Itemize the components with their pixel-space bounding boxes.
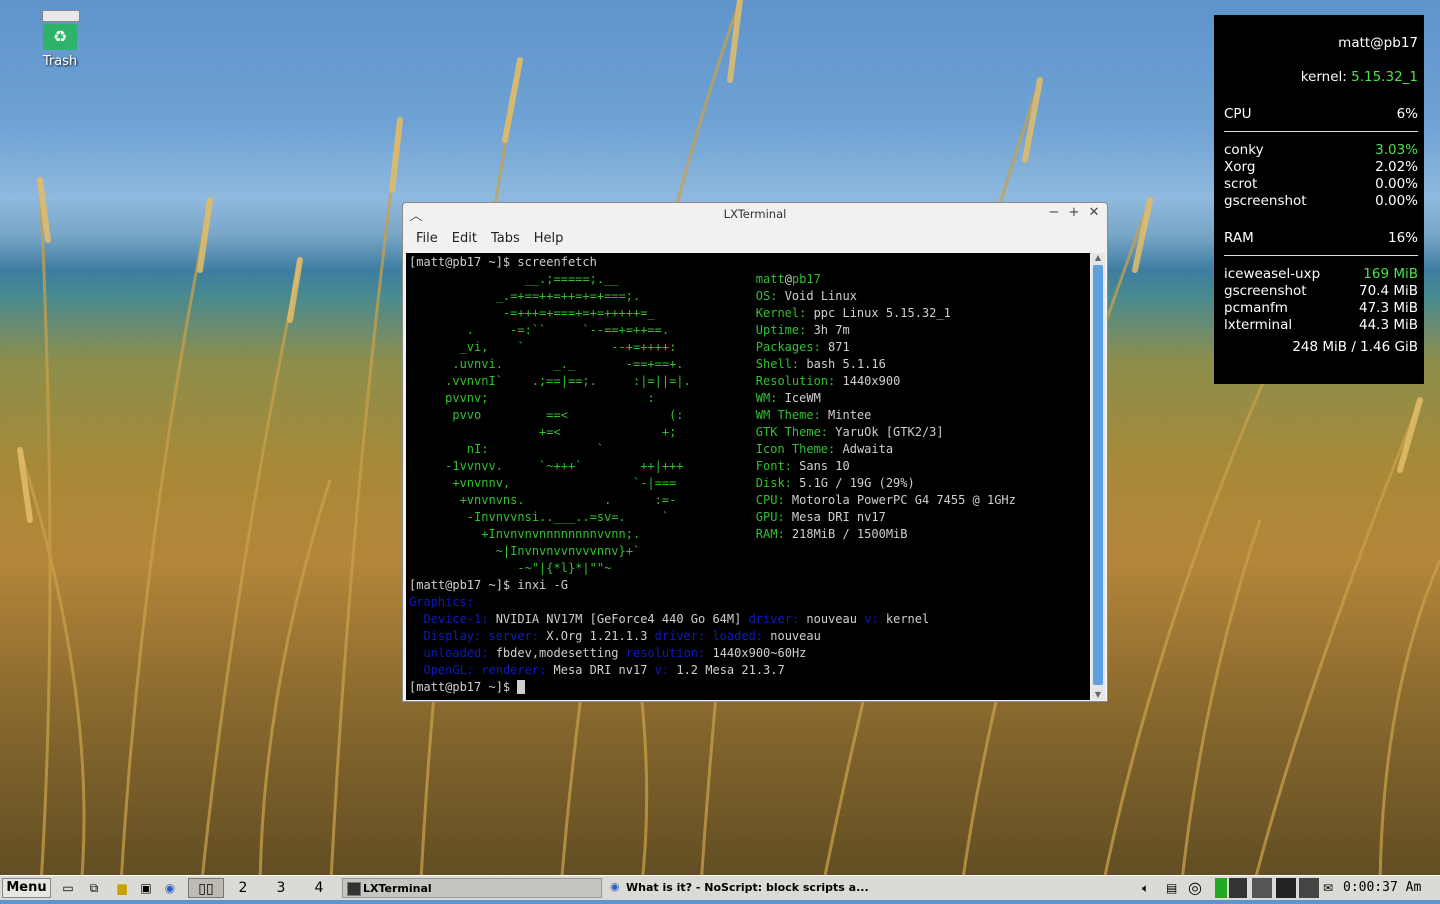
conky-panel: matt@pb17 kernel: 5.15.32_1 CPU 6% conky 3… [1214,15,1424,384]
maximize-icon[interactable]: + [1065,205,1083,220]
window-list-icon[interactable]: ⧉ [85,880,103,896]
menu-tabs[interactable]: Tabs [484,231,527,246]
folder-icon[interactable]: ▆ [113,880,131,896]
terminal-window[interactable]: ︿ LXTerminal − + ✕ File Edit Tabs Help [… [402,202,1108,702]
scroll-down-icon[interactable]: ▼ [1091,690,1105,700]
conky-cpu-proc: gscreenshot 0.00% [1224,193,1418,209]
close-icon[interactable]: ✕ [1085,205,1103,220]
mail-icon[interactable]: ✉ [1323,878,1339,898]
conky-kernel: kernel: 5.15.32_1 [1300,69,1418,85]
conky-cpu-row: CPU 6% [1224,106,1418,122]
swap-monitor-icon[interactable] [1252,878,1272,898]
conky-ram-proc: pcmanfm 47.3 MiB [1224,300,1418,316]
clock[interactable]: 0:00:37 Am [1343,878,1438,898]
workspace-4[interactable]: 4 [301,878,337,898]
trash-desktop-icon[interactable]: ♻ Trash [30,10,90,69]
network-monitor-icon[interactable] [1276,878,1296,898]
terminal-launcher-icon[interactable]: ▣ [137,880,155,896]
book-icon: ▯▯ [198,881,214,897]
terminal-scrollbar[interactable]: ▲ ▼ [1091,253,1105,700]
show-desktop-icon[interactable]: ▭ [59,880,77,896]
scroll-up-icon[interactable]: ▲ [1091,253,1105,263]
task-lxterminal[interactable]: LXTerminal [342,878,602,898]
workspace-3[interactable]: 3 [263,878,299,898]
conky-cpu-proc: scrot 0.00% [1224,176,1418,192]
divider [1224,255,1418,256]
clipboard-icon[interactable]: ▤ [1166,878,1184,898]
browser-icon[interactable]: ◉ [161,880,179,896]
conky-ram-proc: iceweasel-uxp 169 MiB [1224,266,1418,282]
workspace-2[interactable]: 2 [225,878,261,898]
menu-edit[interactable]: Edit [445,231,484,246]
task-browser[interactable]: ◉ What is it? - NoScript: block scripts … [606,878,1136,898]
text-cursor: _ [517,680,525,694]
memory-monitor-icon[interactable] [1229,878,1247,898]
volume-icon[interactable]: 🔈︎ [1142,878,1160,898]
workspace-1[interactable]: ▯▯ [188,878,224,898]
trash-icon: ♻ [42,10,80,50]
terminal-icon [347,882,361,896]
conky-user-host: matt@pb17 [1338,35,1418,51]
conky-cpu-proc: Xorg 2.02% [1224,159,1418,175]
divider [1224,131,1418,132]
start-menu-button[interactable]: Menu [2,878,51,898]
scrollbar-thumb[interactable] [1093,265,1103,685]
conky-ram-total: 248 MiB / 1.46 GiB [1292,339,1418,355]
terminal-output[interactable]: [matt@pb17 ~]$ screenfetch __.;=====;.__… [406,253,1090,700]
minimize-icon[interactable]: − [1045,205,1063,220]
cpu-monitor-icon[interactable] [1215,878,1227,898]
trash-label: Trash [42,54,78,69]
menu-bar: File Edit Tabs Help [403,225,1107,251]
menu-help[interactable]: Help [527,231,571,246]
window-title: LXTerminal [723,207,787,221]
taskbar: Menu ▭ ⧉ ▆ ▣ ◉ ▯▯ 2 3 4 LXTerminal ◉ Wha… [0,875,1440,900]
conky-ram-row: RAM 16% [1224,230,1418,246]
terminal-text[interactable]: [matt@pb17 ~]$ screenfetch __.;=====;.__… [406,253,1090,696]
window-titlebar[interactable]: ︿ LXTerminal − + ✕ [403,203,1107,225]
browser-icon: ◉ [610,880,620,893]
wifi-icon[interactable]: ◎ [1188,878,1212,898]
disk-monitor-icon[interactable] [1299,878,1319,898]
menu-file[interactable]: File [409,231,445,246]
conky-ram-proc: lxterminal 44.3 MiB [1224,317,1418,333]
conky-cpu-proc: conky 3.03% [1224,142,1418,158]
conky-ram-proc: gscreenshot 70.4 MiB [1224,283,1418,299]
